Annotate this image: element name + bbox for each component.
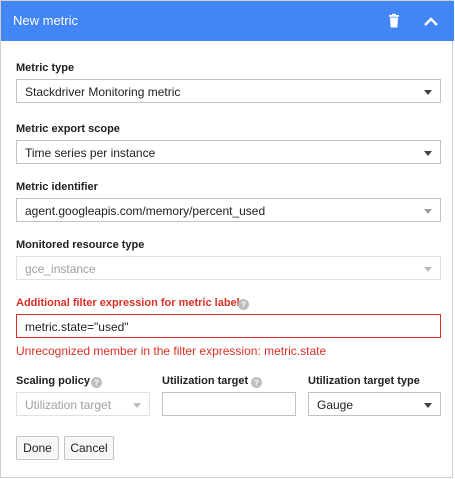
dropdown-caret-icon: [424, 151, 432, 156]
metric-type-select[interactable]: Stackdriver Monitoring metric: [16, 79, 441, 103]
dropdown-caret-icon: [424, 209, 432, 214]
scaling-policy-select: Utilization target: [16, 392, 150, 416]
scaling-policy-label: Scaling policy: [16, 375, 90, 387]
metric-identifier-value: agent.googleapis.com/memory/percent_used: [25, 204, 266, 218]
utilization-target-type-label: Utilization target type: [308, 375, 420, 387]
chevron-up-icon[interactable]: [421, 12, 441, 30]
export-scope-select[interactable]: Time series per instance: [16, 140, 441, 164]
new-metric-panel: New metric Metric type Stackdriver Monit…: [0, 0, 454, 478]
filter-label: Additional filter expression for metric …: [16, 297, 246, 309]
metric-identifier-label: Metric identifier: [16, 181, 98, 193]
svg-text:?: ?: [241, 301, 246, 310]
help-icon[interactable]: ?: [91, 375, 102, 388]
svg-text:?: ?: [254, 379, 259, 388]
panel-title: New metric: [13, 13, 79, 28]
export-scope-value: Time series per instance: [25, 146, 156, 160]
svg-text:?: ?: [94, 379, 99, 388]
cancel-button[interactable]: Cancel: [64, 436, 114, 460]
export-scope-label: Metric export scope: [16, 123, 120, 135]
trash-icon[interactable]: [385, 12, 403, 30]
done-button[interactable]: Done: [16, 436, 59, 460]
metric-type-label: Metric type: [16, 62, 75, 74]
dropdown-caret-icon: [133, 403, 141, 408]
monitored-resource-value: gce_instance: [25, 262, 96, 276]
utilization-target-type-select[interactable]: Gauge: [308, 392, 441, 416]
monitored-resource-select: gce_instance: [16, 256, 441, 280]
scaling-policy-value: Utilization target: [25, 398, 112, 412]
metric-identifier-select[interactable]: agent.googleapis.com/memory/percent_used: [16, 198, 441, 222]
help-icon[interactable]: ?: [251, 375, 262, 388]
utilization-target-label: Utilization target: [162, 375, 249, 387]
help-icon[interactable]: ?: [238, 297, 249, 310]
utilization-target-type-value: Gauge: [317, 398, 354, 412]
dropdown-caret-icon: [424, 267, 432, 272]
utilization-target-input[interactable]: [162, 392, 296, 416]
filter-error-message: Unrecognized member in the filter expres…: [16, 344, 327, 358]
filter-input[interactable]: metric.state="used": [16, 314, 441, 338]
dropdown-caret-icon: [424, 403, 432, 408]
filter-input-value: metric.state="used": [25, 320, 129, 334]
monitored-resource-label: Monitored resource type: [16, 239, 145, 251]
dropdown-caret-icon: [424, 90, 432, 95]
metric-type-value: Stackdriver Monitoring metric: [25, 85, 181, 99]
panel-header: New metric: [1, 1, 454, 41]
